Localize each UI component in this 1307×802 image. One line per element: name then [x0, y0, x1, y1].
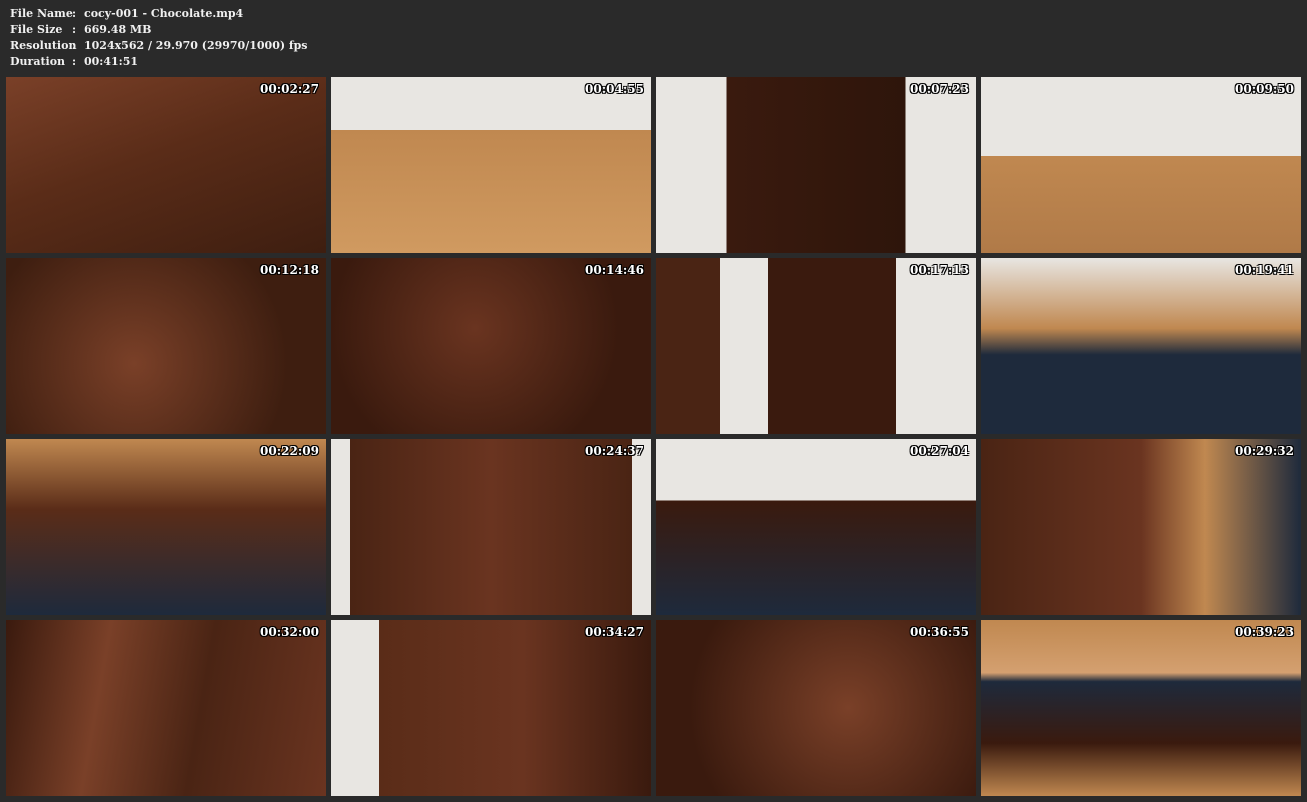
- duration-row: Duration : 00:41:51: [10, 54, 308, 70]
- file-size-row: File Size : 669.48 MB: [10, 22, 308, 38]
- thumbnail: 00:39:23: [981, 620, 1301, 796]
- thumbnail: 00:02:27: [6, 77, 326, 253]
- thumbnail-timestamp: 00:19:41: [1235, 263, 1294, 277]
- thumbnail-image: [981, 258, 1301, 434]
- thumbnail: 00:34:27: [331, 620, 651, 796]
- thumbnail-timestamp: 00:24:37: [585, 444, 644, 458]
- thumbnail-image: [656, 620, 976, 796]
- thumbnail-image: [6, 77, 326, 253]
- thumbnail-timestamp: 00:32:00: [260, 625, 319, 639]
- thumbnail-grid: 00:02:27 00:04:55 00:07:23 00:09:50 00:12:18…: [6, 77, 1301, 796]
- thumbnail-timestamp: 00:29:32: [1235, 444, 1294, 458]
- thumbnail-timestamp: 00:36:55: [910, 625, 969, 639]
- resolution-label: Resolution: [10, 39, 77, 52]
- thumbnail: 00:09:50: [981, 77, 1301, 253]
- resolution-row: Resolution : 1024x562 / 29.970 (29970/10…: [10, 38, 308, 54]
- thumbnail: 00:29:32: [981, 439, 1301, 615]
- thumbnail-timestamp: 00:09:50: [1235, 82, 1294, 96]
- thumbnail-timestamp: 00:02:27: [260, 82, 319, 96]
- thumbnail-timestamp: 00:14:46: [585, 263, 644, 277]
- thumbnail: 00:14:46: [331, 258, 651, 434]
- thumbnail-image: [6, 620, 326, 796]
- thumbnail: 00:17:13: [656, 258, 976, 434]
- thumbnail-timestamp: 00:22:09: [260, 444, 319, 458]
- thumbnail: 00:07:23: [656, 77, 976, 253]
- duration-label: Duration: [10, 55, 66, 68]
- thumbnail-timestamp: 00:39:23: [1235, 625, 1294, 639]
- thumbnail-image: [981, 439, 1301, 615]
- thumbnail-timestamp: 00:27:04: [910, 444, 969, 458]
- thumbnail-image: [331, 620, 651, 796]
- thumbnail: 00:22:09: [6, 439, 326, 615]
- thumbnail-image: [981, 77, 1301, 253]
- file-name-row: File Name : cocy-001 - Chocolate.mp4: [10, 6, 308, 22]
- duration-value: 00:41:51: [84, 55, 139, 68]
- thumbnail-image: [331, 439, 651, 615]
- thumbnail-image: [331, 258, 651, 434]
- separator: :: [72, 39, 77, 52]
- thumbnail-timestamp: 00:17:13: [910, 263, 969, 277]
- thumbnail-image: [6, 258, 326, 434]
- file-info-header: File Name : cocy-001 - Chocolate.mp4 Fil…: [10, 6, 308, 70]
- thumbnail-image: [6, 439, 326, 615]
- file-size-label: File Size: [10, 23, 63, 36]
- thumbnail: 00:24:37: [331, 439, 651, 615]
- thumbnail-image: [656, 77, 976, 253]
- separator: :: [72, 7, 77, 20]
- thumbnail: 00:27:04: [656, 439, 976, 615]
- separator: :: [72, 23, 77, 36]
- resolution-value: 1024x562 / 29.970 (29970/1000) fps: [84, 39, 308, 52]
- thumbnail: 00:32:00: [6, 620, 326, 796]
- file-name-label: File Name: [10, 7, 73, 20]
- file-size-value: 669.48 MB: [84, 23, 152, 36]
- thumbnail: 00:04:55: [331, 77, 651, 253]
- thumbnail: 00:19:41: [981, 258, 1301, 434]
- thumbnail: 00:36:55: [656, 620, 976, 796]
- thumbnail-image: [656, 258, 976, 434]
- thumbnail-timestamp: 00:34:27: [585, 625, 644, 639]
- thumbnail-timestamp: 00:04:55: [585, 82, 644, 96]
- separator: :: [72, 55, 77, 68]
- thumbnail-timestamp: 00:12:18: [260, 263, 319, 277]
- thumbnail-image: [656, 439, 976, 615]
- file-name-value: cocy-001 - Chocolate.mp4: [84, 7, 244, 20]
- thumbnail-timestamp: 00:07:23: [910, 82, 969, 96]
- thumbnail-image: [331, 77, 651, 253]
- thumbnail: 00:12:18: [6, 258, 326, 434]
- thumbnail-image: [981, 620, 1301, 796]
